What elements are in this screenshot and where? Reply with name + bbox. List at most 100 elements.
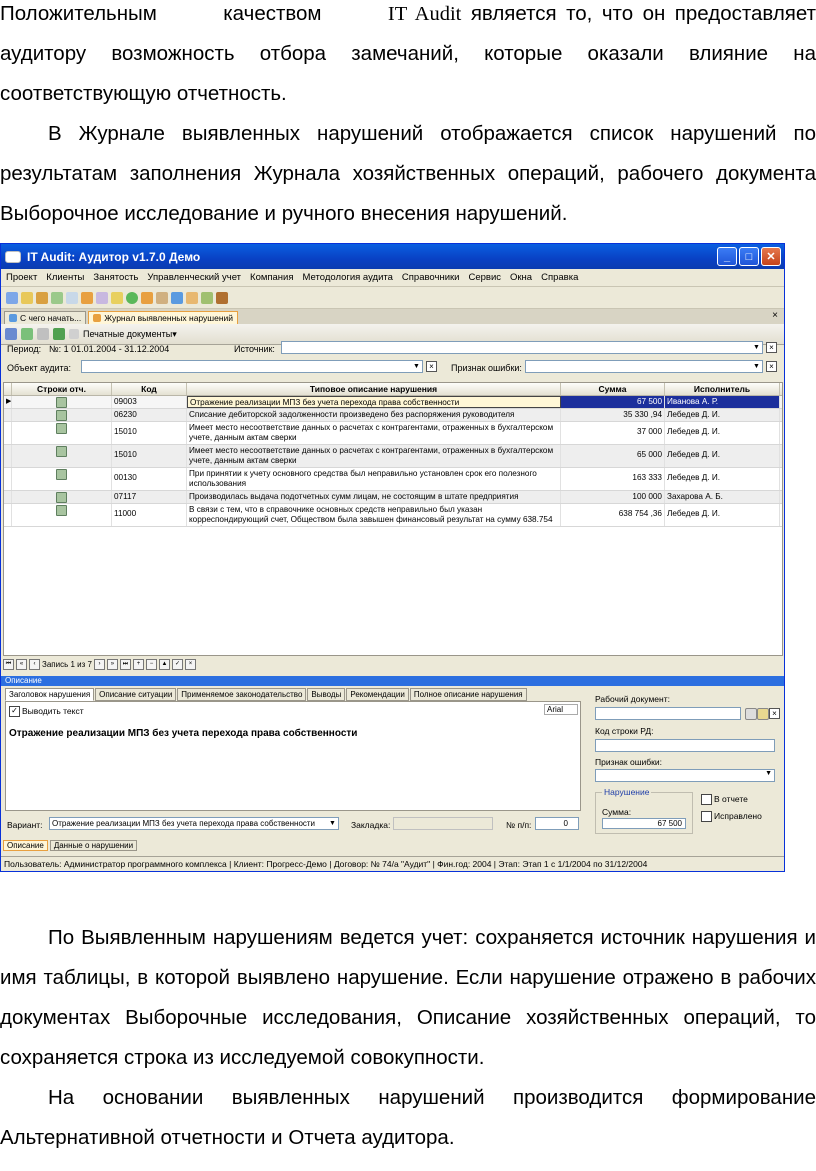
folder-icon[interactable] <box>21 291 33 304</box>
save-icon[interactable] <box>5 328 17 340</box>
tool-icon[interactable] <box>171 291 183 304</box>
clear-error-flag-button[interactable]: × <box>766 361 777 372</box>
report-lines-icon[interactable] <box>56 446 67 457</box>
menu-item-service[interactable]: Сервис <box>468 272 501 283</box>
tab-recommendations[interactable]: Рекомендации <box>346 688 409 701</box>
column-header[interactable]: Код <box>112 383 187 395</box>
sum-field[interactable]: 67 500 <box>602 818 686 829</box>
work-document-field[interactable] <box>595 707 741 720</box>
report-lines-icon[interactable] <box>56 505 67 516</box>
clear-work-document-button[interactable]: × <box>769 708 780 719</box>
sum-label: Сумма: <box>602 807 632 817</box>
tool-icon[interactable] <box>111 291 123 304</box>
menu-item-help[interactable]: Справка <box>541 272 578 283</box>
tool-icon[interactable] <box>201 291 213 304</box>
bookmark-field[interactable] <box>393 817 493 830</box>
table-row[interactable]: ▶ 09003 Отражение реализации МПЗ без уче… <box>4 396 782 409</box>
prev-page-button[interactable]: « <box>16 658 27 670</box>
variant-select[interactable]: Отражение реализации МПЗ без учета перех… <box>49 817 339 830</box>
edit-icon[interactable] <box>757 708 769 720</box>
menu-item-company[interactable]: Компания <box>250 272 293 283</box>
report-lines-icon[interactable] <box>56 410 67 421</box>
printer-icon[interactable] <box>69 329 79 339</box>
column-header[interactable]: Исполнитель <box>665 383 780 395</box>
in-report-checkbox[interactable] <box>701 794 712 806</box>
tool-icon[interactable] <box>6 291 18 304</box>
report-lines-icon[interactable] <box>56 397 67 408</box>
last-record-button[interactable]: ⏭ <box>119 658 131 670</box>
prev-record-button[interactable]: ‹ <box>29 658 40 670</box>
maximize-button[interactable]: □ <box>739 247 759 266</box>
error-flag-select[interactable]: ▼ <box>525 360 763 373</box>
edit-record-button[interactable]: ▲ <box>158 658 170 670</box>
column-header[interactable]: Сумма <box>561 383 665 395</box>
minimize-button[interactable]: _ <box>717 247 737 266</box>
report-lines-icon[interactable] <box>56 423 67 434</box>
next-page-button[interactable]: » <box>106 658 118 670</box>
first-record-button[interactable]: ⏮ <box>3 658 14 670</box>
tool-icon[interactable] <box>51 291 63 304</box>
tool-icon[interactable] <box>156 291 168 304</box>
project-icon[interactable] <box>36 291 48 304</box>
menu-item-windows[interactable]: Окна <box>510 272 532 283</box>
report-lines-icon[interactable] <box>56 492 67 503</box>
table-row[interactable]: 00130 При принятии к учету основного сре… <box>4 468 782 491</box>
in-report-option[interactable]: В отчете <box>701 794 748 806</box>
error-sign-select[interactable]: ▼ <box>595 769 775 782</box>
delete-record-button[interactable]: − <box>145 658 157 670</box>
tab-legislation[interactable]: Применяемое законодательство <box>177 688 307 701</box>
clear-object-button[interactable]: × <box>426 361 437 372</box>
np-stepper[interactable]: 0 <box>535 817 579 830</box>
fixed-option[interactable]: Исправлено <box>701 811 762 823</box>
clear-source-button[interactable]: × <box>766 342 777 353</box>
tab-description[interactable]: Описание <box>3 840 48 851</box>
tab-violation-title[interactable]: Заголовок нарушения <box>5 688 95 701</box>
tool-icon[interactable] <box>96 291 108 304</box>
tab-violations-journal[interactable]: Журнал выявленных нарушений <box>88 311 239 324</box>
table-row[interactable]: 15010 Имеет место несоответствие данных … <box>4 422 782 445</box>
close-button[interactable]: ✕ <box>761 247 781 266</box>
tool-icon[interactable] <box>186 291 198 304</box>
report-lines-icon[interactable] <box>56 469 67 480</box>
tool-icon[interactable] <box>37 328 49 340</box>
green-circle-icon[interactable] <box>126 291 138 304</box>
tool-icon[interactable] <box>216 291 228 304</box>
close-tab-icon[interactable]: × <box>772 310 778 321</box>
ellipsis-icon[interactable] <box>745 708 757 720</box>
menu-item-employment[interactable]: Занятость <box>93 272 138 283</box>
menu-item-management[interactable]: Управленческий учет <box>147 272 241 283</box>
export-icon[interactable] <box>53 328 65 340</box>
tab-getting-started[interactable]: С чего начать... <box>4 311 87 324</box>
fixed-checkbox[interactable] <box>701 811 712 823</box>
next-record-button[interactable]: › <box>93 658 105 670</box>
font-select[interactable]: Arial <box>544 704 578 715</box>
status-bar: Пользователь: Администратор программного… <box>1 856 784 871</box>
tool-icon[interactable] <box>66 291 78 304</box>
menu-item-references[interactable]: Справочники <box>402 272 460 283</box>
print-documents-button[interactable]: Печатные документы▾ <box>83 329 177 340</box>
add-record-button[interactable]: + <box>132 658 144 670</box>
cancel-record-button[interactable]: × <box>184 658 196 670</box>
column-header[interactable]: Типовое описание нарушения <box>187 383 561 395</box>
audit-object-select[interactable]: ▼ <box>81 360 423 373</box>
post-record-button[interactable]: ✓ <box>171 658 183 670</box>
tab-conclusions[interactable]: Выводы <box>307 688 346 701</box>
text-editor[interactable]: ✓ Выводить текст Arial Отражение реализац… <box>5 701 581 811</box>
tool-icon[interactable] <box>141 291 153 304</box>
tab-violation-data[interactable]: Данные о нарушении <box>49 840 138 851</box>
tab-situation[interactable]: Описание ситуации <box>95 688 177 701</box>
table-row[interactable]: 06230 Списание дебиторской задолженности… <box>4 409 782 422</box>
refresh-icon[interactable] <box>21 328 33 340</box>
table-row[interactable]: 07117 Производилась выдача подотчетных с… <box>4 491 782 504</box>
table-row[interactable]: 15010 Имеет место несоответствие данных … <box>4 445 782 468</box>
menu-item-methodology[interactable]: Методология аудита <box>303 272 393 283</box>
source-select[interactable]: ▼ <box>281 341 763 354</box>
rd-row-code-field[interactable] <box>595 739 775 752</box>
tool-icon[interactable] <box>81 291 93 304</box>
tab-full-description[interactable]: Полное описание нарушения <box>409 688 527 701</box>
table-row[interactable]: 11000 В связи с тем, что в справочнике о… <box>4 504 782 527</box>
column-header[interactable]: Строки отч. <box>12 383 112 395</box>
show-text-checkbox[interactable]: ✓ <box>9 706 20 718</box>
menu-item-project[interactable]: Проект <box>6 272 37 283</box>
menu-item-clients[interactable]: Клиенты <box>46 272 84 283</box>
